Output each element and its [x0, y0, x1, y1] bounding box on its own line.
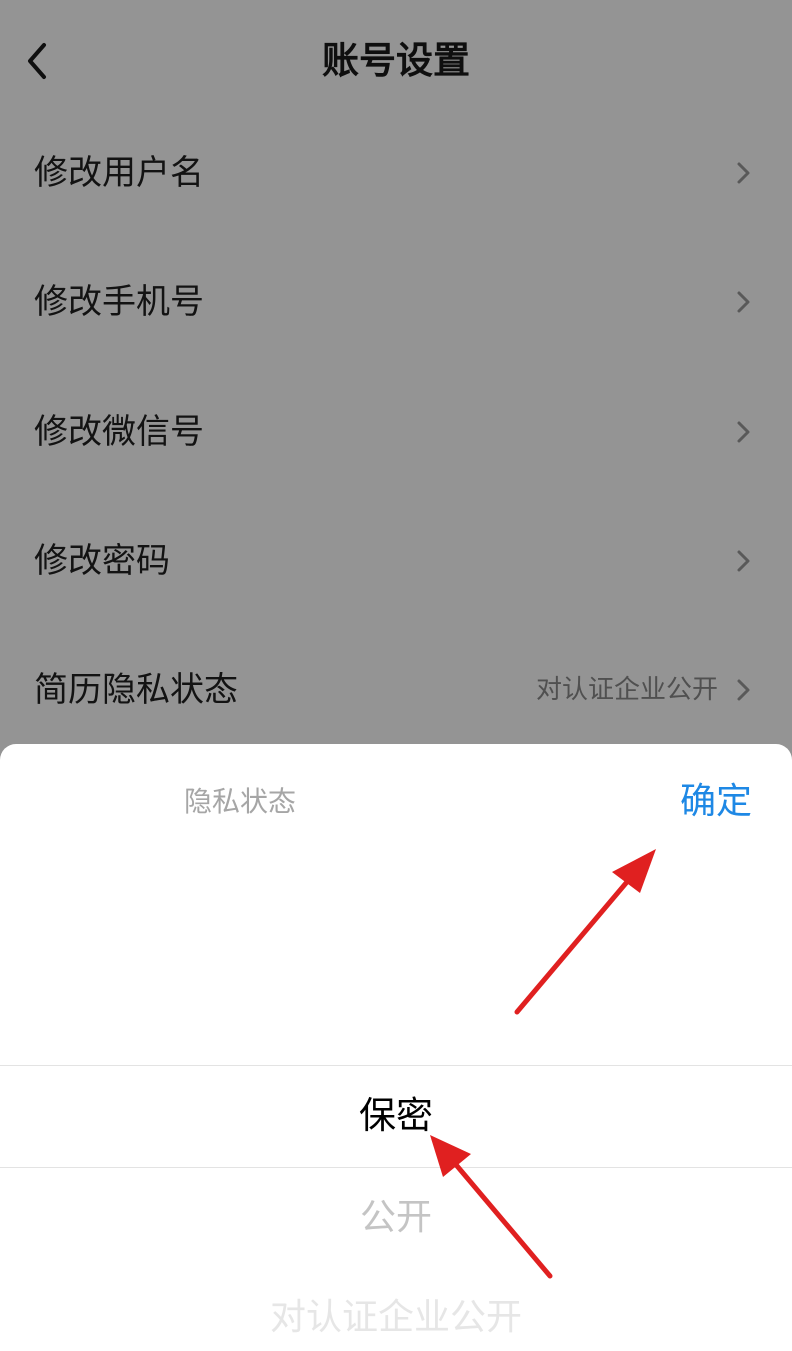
picker-option-certified-public[interactable]: 对认证企业公开	[0, 1290, 792, 1346]
picker-selection-line-top	[0, 1065, 792, 1066]
picker-option-secret[interactable]: 保密	[0, 1088, 792, 1144]
picker-option-public[interactable]: 公开	[0, 1190, 792, 1246]
picker-title: 隐私状态	[184, 785, 297, 818]
picker-selection-line-bottom	[0, 1167, 792, 1168]
confirm-button[interactable]: 确定	[680, 777, 752, 827]
privacy-picker-sheet: 隐私状态 确定 保密 公开 对认证企业公开	[0, 744, 792, 1351]
